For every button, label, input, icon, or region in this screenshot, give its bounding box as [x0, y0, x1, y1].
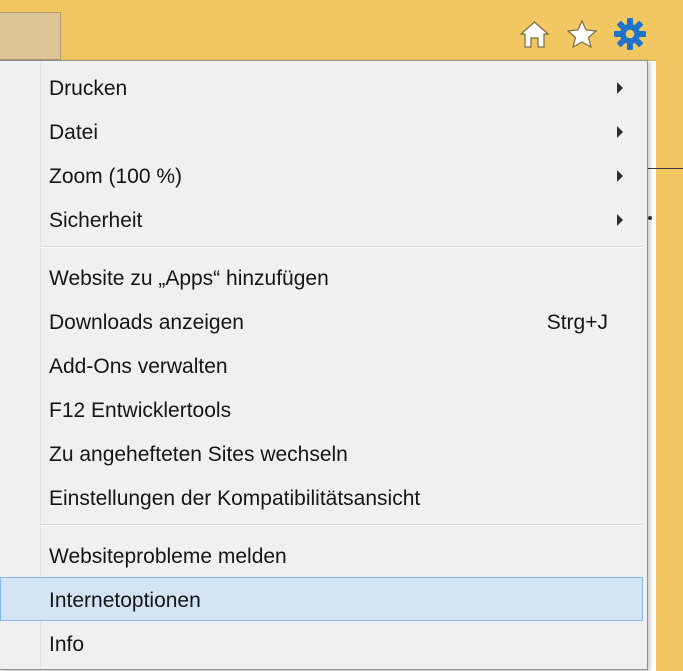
menu-item-developer-tools[interactable]: F12 Entwicklertools	[0, 387, 646, 431]
submenu-arrow-icon	[617, 126, 623, 138]
menu-item-label: Add-Ons verwalten	[49, 355, 228, 378]
menu-item-manage-addons[interactable]: Add-Ons verwalten	[0, 343, 646, 387]
menu-item-label: Datei	[49, 121, 99, 144]
tools-menu: Drucken Datei Zoom (100 %) Sicherheit We…	[0, 60, 648, 670]
star-icon	[566, 19, 598, 50]
menu-item-report-problems[interactable]: Websiteprobleme melden	[0, 533, 646, 577]
menu-item-internet-options[interactable]: Internetoptionen	[0, 577, 643, 621]
menu-item-label: Einstellungen der Kompatibilitätsansicht	[49, 487, 421, 510]
menu-item-file[interactable]: Datei	[0, 109, 646, 153]
page-dot	[648, 216, 652, 220]
menu-separator	[40, 246, 643, 248]
shortcut-label: Strg+J	[546, 311, 608, 334]
menu-item-label: Downloads anzeigen	[49, 311, 244, 334]
menu-item-pinned-sites[interactable]: Zu angehefteten Sites wechseln	[0, 431, 646, 475]
submenu-arrow-icon	[617, 82, 623, 94]
menu-item-label: Zoom (100 %)	[49, 165, 183, 188]
submenu-arrow-icon	[617, 214, 623, 226]
menu-item-add-to-apps[interactable]: Website zu „Apps“ hinzufügen	[0, 255, 646, 299]
menu-item-view-downloads[interactable]: Downloads anzeigen Strg+J	[0, 299, 646, 343]
browser-tab[interactable]	[0, 12, 61, 60]
menu-item-print[interactable]: Drucken	[0, 65, 646, 109]
menu-item-label: F12 Entwicklertools	[49, 399, 232, 422]
menu-item-label: Website zu „Apps“ hinzufügen	[49, 267, 329, 290]
page-divider	[648, 168, 683, 169]
menu-item-zoom[interactable]: Zoom (100 %)	[0, 153, 646, 197]
home-button[interactable]	[517, 17, 551, 51]
menu-item-label: Drucken	[49, 77, 128, 100]
menu-item-about[interactable]: Info	[0, 621, 646, 665]
menu-item-label: Zu angehefteten Sites wechseln	[49, 443, 348, 466]
toolbar	[517, 10, 647, 58]
gear-icon	[613, 17, 647, 51]
menu-item-label: Internetoptionen	[49, 589, 201, 612]
menu-separator	[40, 524, 643, 526]
favorites-button[interactable]	[565, 17, 599, 51]
tools-button[interactable]	[613, 17, 647, 51]
home-icon	[518, 20, 550, 49]
menu-item-label: Websiteprobleme melden	[49, 545, 287, 568]
menu-item-label: Sicherheit	[49, 209, 143, 232]
submenu-arrow-icon	[617, 170, 623, 182]
menu-item-security[interactable]: Sicherheit	[0, 197, 646, 241]
menu-item-label: Info	[49, 633, 85, 656]
menu-item-compatibility-settings[interactable]: Einstellungen der Kompatibilitätsansicht	[0, 475, 646, 519]
